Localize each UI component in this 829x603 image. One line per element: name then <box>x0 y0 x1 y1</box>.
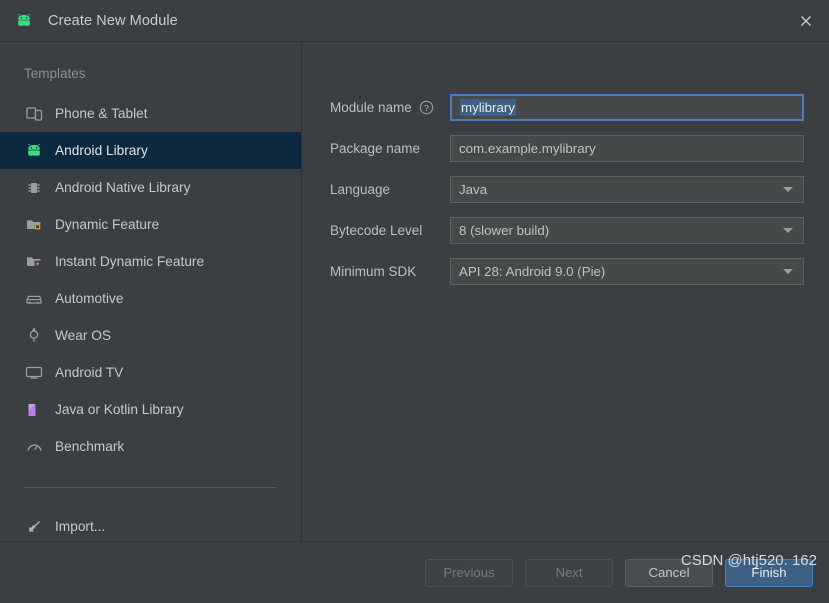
sidebar-item-label: Android Library <box>55 143 148 158</box>
previous-button[interactable]: Previous <box>425 558 513 587</box>
sidebar-item-label: Automotive <box>55 291 124 306</box>
minimum-sdk-label: Minimum SDK <box>330 264 417 279</box>
sidebar-item-label: Java or Kotlin Library <box>55 402 184 417</box>
chevron-down-icon <box>783 187 793 192</box>
templates-section-label: Templates <box>24 66 86 81</box>
android-robot-icon <box>24 141 44 161</box>
finish-button[interactable]: Finish <box>725 558 813 587</box>
kotlin-k-icon <box>24 400 44 420</box>
sidebar-item-java-or-kotlin-library[interactable]: Java or Kotlin Library <box>0 391 301 428</box>
sidebar-item-android-native-library[interactable]: Android Native Library <box>0 169 301 206</box>
android-robot-icon <box>14 11 34 31</box>
sidebar-item-label: Instant Dynamic Feature <box>55 254 205 269</box>
module-name-value: mylibrary <box>460 99 516 116</box>
dialog-body: Templates Phone & Tablet Android Library… <box>0 42 829 541</box>
sidebar-item-label: Dynamic Feature <box>55 217 160 232</box>
sidebar-item-wear-os[interactable]: Wear OS <box>0 317 301 354</box>
import-arrow-icon <box>24 517 44 537</box>
folder-bolt-badge-icon <box>24 252 44 272</box>
watch-icon <box>24 326 44 346</box>
minimum-sdk-row: Minimum SDK API 28: Android 9.0 (Pie) <box>302 258 829 285</box>
sidebar-item-label: Benchmark <box>55 439 125 454</box>
package-name-label: Package name <box>330 141 421 156</box>
minimum-sdk-select[interactable]: API 28: Android 9.0 (Pie) <box>450 258 804 285</box>
chip-icon <box>24 178 44 198</box>
chevron-down-icon <box>783 228 793 233</box>
bytecode-level-row: Bytecode Level 8 (slower build) <box>302 217 829 244</box>
bytecode-level-label: Bytecode Level <box>330 223 423 238</box>
sidebar-item-label: Android Native Library <box>55 180 191 195</box>
sidebar-divider <box>24 487 277 488</box>
module-name-row: Module name ? mylibrary <box>302 94 829 121</box>
module-name-label-text: Module name <box>330 100 412 115</box>
question-mark-icon[interactable]: ? <box>419 100 434 115</box>
language-select[interactable]: Java <box>450 176 804 203</box>
tv-monitor-icon <box>24 363 44 383</box>
dialog-footer: Previous Next Cancel Finish CSDN @htj520… <box>0 541 829 603</box>
chevron-down-icon <box>783 269 793 274</box>
sidebar-item-import[interactable]: Import... <box>0 508 301 545</box>
title-bar: Create New Module <box>0 0 829 42</box>
module-form: Module name ? mylibrary Package name com… <box>302 42 829 541</box>
car-icon <box>24 289 44 309</box>
speedometer-icon <box>24 437 44 457</box>
language-value: Java <box>459 182 488 197</box>
package-name-value: com.example.mylibrary <box>459 141 596 156</box>
window-title: Create New Module <box>48 12 178 29</box>
folder-square-badge-icon <box>24 215 44 235</box>
sidebar-item-dynamic-feature[interactable]: Dynamic Feature <box>0 206 301 243</box>
sidebar-item-label: Phone & Tablet <box>55 106 148 121</box>
sidebar-item-instant-dynamic-feature[interactable]: Instant Dynamic Feature <box>0 243 301 280</box>
svg-text:?: ? <box>424 103 429 113</box>
module-name-label: Module name ? <box>330 100 450 115</box>
language-label: Language <box>330 182 391 197</box>
phone-tablet-icon <box>24 104 44 124</box>
close-icon <box>801 15 811 26</box>
bytecode-level-value: 8 (slower build) <box>459 223 550 238</box>
package-name-input[interactable]: com.example.mylibrary <box>450 135 804 162</box>
sidebar-item-label: Wear OS <box>55 328 112 343</box>
close-button[interactable] <box>783 0 829 41</box>
module-name-input[interactable]: mylibrary <box>450 94 804 121</box>
bytecode-level-select[interactable]: 8 (slower build) <box>450 217 804 244</box>
sidebar-item-android-library[interactable]: Android Library <box>0 132 301 169</box>
language-row: Language Java <box>302 176 829 203</box>
cancel-button[interactable]: Cancel <box>625 558 713 587</box>
sidebar-item-label: Android TV <box>55 365 124 380</box>
sidebar-item-phone-tablet[interactable]: Phone & Tablet <box>0 95 301 132</box>
templates-sidebar: Templates Phone & Tablet Android Library… <box>0 42 302 541</box>
sidebar-item-automotive[interactable]: Automotive <box>0 280 301 317</box>
minimum-sdk-value: API 28: Android 9.0 (Pie) <box>459 264 606 279</box>
package-name-row: Package name com.example.mylibrary <box>302 135 829 162</box>
sidebar-item-android-tv[interactable]: Android TV <box>0 354 301 391</box>
create-new-module-dialog: Create New Module Templates Phone & Tabl… <box>0 0 829 603</box>
sidebar-item-benchmark[interactable]: Benchmark <box>0 428 301 465</box>
sidebar-item-label: Import... <box>55 519 106 534</box>
next-button[interactable]: Next <box>525 558 613 587</box>
